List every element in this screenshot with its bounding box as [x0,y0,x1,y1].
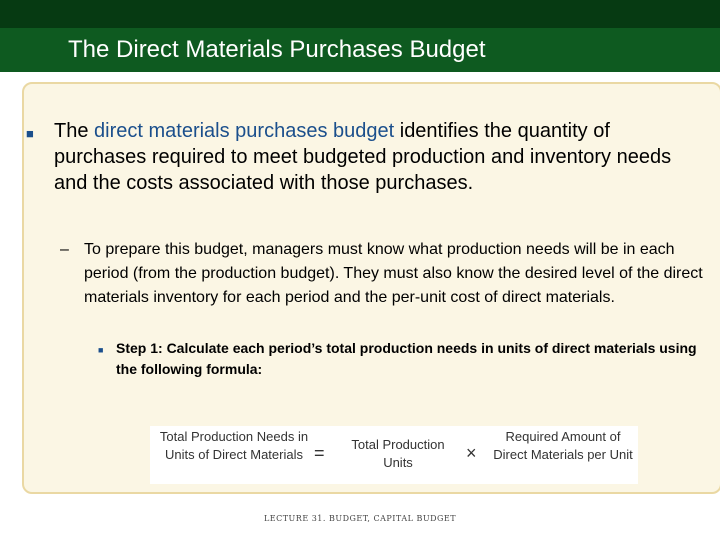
formula-term-required-amount: Required Amount of Direct Materials per … [493,429,633,462]
footer-text: LECTURE 31. BUDGET, CAPITAL BUDGET [263,514,457,523]
formula-image: Total Production Needs in Units of Direc… [150,426,638,484]
dash-bullet-icon: – [60,241,69,258]
multiply-sign: × [466,443,477,463]
bullet-level-2: To prepare this budget, managers must kn… [84,241,703,306]
square-bullet-icon: ■ [26,126,34,141]
top-strip [0,0,720,30]
equals-sign: = [314,443,325,463]
formula-term-production-units: Total Production Units [351,437,445,470]
square-bullet-icon: ■ [98,345,104,355]
formula-term-production-needs: Total Production Needs in Units of Direc… [159,429,309,462]
bullet-1-highlight: direct materials purchases budget [94,120,395,142]
slide-title: The Direct Materials Purchases Budget [68,36,486,63]
bullet-level-3: Step 1: Calculate each period’s total pr… [116,340,697,377]
bullet-level-1: The direct materials purchases budget id… [54,118,704,196]
bullet-1-prefix: The [54,120,95,142]
